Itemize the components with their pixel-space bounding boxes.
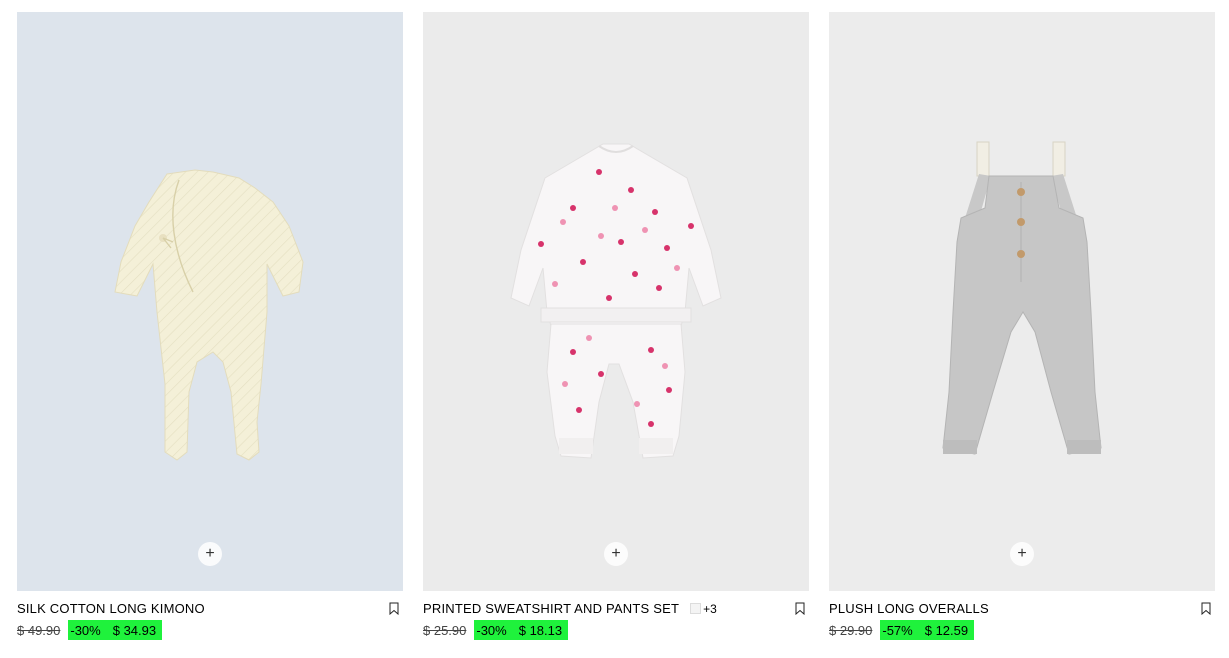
sale-price: $ 18.13 bbox=[518, 622, 563, 638]
product-info: PLUSH LONG OVERALLS $ 29.90 -57% $ 12.59 bbox=[829, 591, 1215, 640]
plus-icon: + bbox=[611, 545, 621, 562]
discount-percent: -57% bbox=[882, 622, 913, 638]
color-swatch[interactable] bbox=[690, 603, 702, 614]
sale-badge: -30% $ 34.93 bbox=[68, 620, 163, 640]
product-image[interactable]: + bbox=[17, 12, 403, 591]
sale-price: $ 34.93 bbox=[112, 622, 157, 638]
old-price: $ 25.90 bbox=[423, 622, 467, 638]
title-group: PLUSH LONG OVERALLS bbox=[829, 601, 989, 616]
title-row: SILK COTTON LONG KIMONO bbox=[17, 601, 403, 616]
old-price: $ 49.90 bbox=[17, 622, 61, 638]
product-grid: + SILK COTTON LONG KIMONO $ 49.90 -30% $… bbox=[17, 12, 1215, 640]
sale-badge: -30% $ 18.13 bbox=[474, 620, 569, 640]
overalls-illustration bbox=[942, 141, 1102, 455]
product-title[interactable]: PRINTED SWEATSHIRT AND PANTS SET bbox=[423, 601, 679, 616]
bookmark-icon[interactable] bbox=[1201, 602, 1211, 615]
sale-badge: -57% $ 12.59 bbox=[880, 620, 975, 640]
more-colors-count[interactable]: +3 bbox=[703, 602, 717, 616]
product-title[interactable]: PLUSH LONG OVERALLS bbox=[829, 601, 989, 616]
title-row: PLUSH LONG OVERALLS bbox=[829, 601, 1215, 616]
kimono-garment-illustration bbox=[114, 169, 304, 461]
product-info: PRINTED SWEATSHIRT AND PANTS SET +3 $ 25… bbox=[423, 591, 809, 640]
title-group: SILK COTTON LONG KIMONO bbox=[17, 601, 205, 616]
product-card[interactable]: + PRINTED SWEATSHIRT AND PANTS SET +3 $ … bbox=[423, 12, 809, 640]
product-card[interactable]: + SILK COTTON LONG KIMONO $ 49.90 -30% $… bbox=[17, 12, 403, 640]
quick-add-button[interactable]: + bbox=[604, 542, 628, 566]
product-title[interactable]: SILK COTTON LONG KIMONO bbox=[17, 601, 205, 616]
plus-icon: + bbox=[205, 545, 215, 562]
product-card[interactable]: + PLUSH LONG OVERALLS $ 29.90 -57% $ 12.… bbox=[829, 12, 1215, 640]
price-row: $ 29.90 -57% $ 12.59 bbox=[829, 620, 1215, 640]
sale-price: $ 12.59 bbox=[924, 622, 969, 638]
price-row: $ 49.90 -30% $ 34.93 bbox=[17, 620, 403, 640]
product-image[interactable]: + bbox=[829, 12, 1215, 591]
title-group: PRINTED SWEATSHIRT AND PANTS SET +3 bbox=[423, 601, 717, 616]
quick-add-button[interactable]: + bbox=[1010, 542, 1034, 566]
price-row: $ 25.90 -30% $ 18.13 bbox=[423, 620, 809, 640]
bookmark-icon[interactable] bbox=[795, 602, 805, 615]
discount-percent: -30% bbox=[476, 622, 507, 638]
product-info: SILK COTTON LONG KIMONO $ 49.90 -30% $ 3… bbox=[17, 591, 403, 640]
sweatshirt-set-illustration bbox=[510, 143, 722, 459]
old-price: $ 29.90 bbox=[829, 622, 873, 638]
title-row: PRINTED SWEATSHIRT AND PANTS SET +3 bbox=[423, 601, 809, 616]
bookmark-icon[interactable] bbox=[389, 602, 399, 615]
quick-add-button[interactable]: + bbox=[198, 542, 222, 566]
product-image[interactable]: + bbox=[423, 12, 809, 591]
plus-icon: + bbox=[1017, 545, 1027, 562]
discount-percent: -30% bbox=[70, 622, 101, 638]
